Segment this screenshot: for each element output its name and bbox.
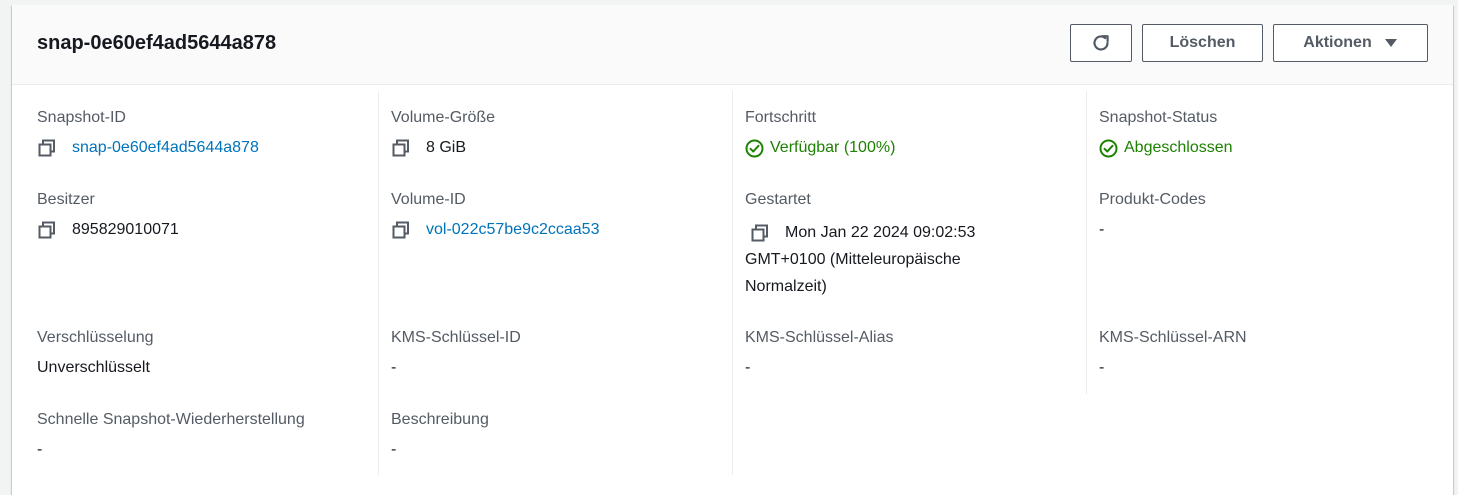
snapshot-details-panel: snap-0e60ef4ad5644a878 Löschen Aktionen …	[12, 5, 1453, 495]
volume-size-value: 8 GiB	[426, 139, 467, 156]
field-value: snap-0e60ef4ad5644a878	[37, 137, 367, 159]
refresh-icon	[1093, 35, 1109, 51]
copy-icon[interactable]	[37, 220, 57, 240]
field-value: -	[1099, 357, 1429, 379]
field-label: Verschlüsselung	[37, 329, 154, 346]
column-divider	[732, 91, 733, 475]
field-label: Snapshot-ID	[37, 109, 126, 126]
volume-id-link[interactable]: vol-022c57be9c2ccaa53	[426, 219, 599, 241]
field-label: Produkt-Codes	[1099, 191, 1206, 208]
started-value-line-3: Normalzeit)	[745, 278, 827, 295]
field-value: Abgeschlossen	[1099, 137, 1429, 159]
started-value-line-2: GMT+0100 (Mitteleuropäische	[745, 251, 961, 268]
field-label: Beschreibung	[391, 411, 489, 428]
caret-down-icon	[1384, 36, 1398, 51]
actions-dropdown-button[interactable]: Aktionen	[1273, 24, 1428, 62]
field-value: -	[1099, 219, 1429, 241]
field-label: Volume-ID	[391, 191, 466, 208]
field-value: Verfügbar (100%)	[745, 137, 1075, 159]
kms-key-arn-value: -	[1099, 359, 1105, 376]
actions-button-label: Aktionen	[1303, 34, 1372, 51]
field-snapshot-status: Snapshot-Status Abgeschlossen	[1099, 107, 1429, 159]
page-title: snap-0e60ef4ad5644a878	[37, 32, 277, 54]
copy-icon[interactable]	[391, 138, 411, 158]
success-check-icon	[745, 139, 764, 157]
delete-button-label: Löschen	[1169, 34, 1236, 51]
field-progress: Fortschritt Verfügbar (100%)	[745, 107, 1075, 159]
field-label: Besitzer	[37, 191, 95, 208]
panel-header: snap-0e60ef4ad5644a878 Löschen Aktionen	[12, 5, 1453, 85]
field-started: Gestartet Mon Jan 22 2024 09:02:53 GMT+0…	[745, 189, 1075, 300]
product-codes-value: -	[1099, 221, 1105, 238]
delete-button[interactable]: Löschen	[1142, 24, 1263, 62]
field-value: Unverschlüsselt	[37, 357, 367, 379]
column-divider	[378, 91, 379, 475]
copy-icon[interactable]	[391, 220, 411, 240]
field-description: Beschreibung -	[391, 409, 721, 461]
field-value: -	[391, 439, 721, 461]
field-kms-key-id: KMS-Schlüssel-ID -	[391, 327, 721, 379]
field-owner: Besitzer 895829010071	[37, 189, 367, 241]
fast-restore-value: -	[37, 441, 43, 458]
field-kms-key-arn: KMS-Schlüssel-ARN -	[1099, 327, 1429, 379]
field-label: KMS-Schlüssel-ID	[391, 329, 521, 346]
encryption-value: Unverschlüsselt	[37, 359, 150, 376]
field-value: vol-022c57be9c2ccaa53	[391, 219, 721, 241]
field-value: 895829010071	[37, 219, 367, 241]
copy-icon[interactable]	[37, 138, 57, 158]
copy-icon[interactable]	[750, 223, 770, 243]
progress-value: Verfügbar (100%)	[770, 139, 896, 156]
field-value: -	[37, 439, 367, 461]
field-label: KMS-Schlüssel-ARN	[1099, 329, 1247, 346]
field-volume-id: Volume-ID vol-022c57be9c2ccaa53	[391, 189, 721, 241]
field-product-codes: Produkt-Codes -	[1099, 189, 1429, 241]
field-value: -	[391, 357, 721, 379]
description-value: -	[391, 441, 397, 458]
field-label: Snapshot-Status	[1099, 109, 1218, 126]
details-grid: Snapshot-ID snap-0e60ef4ad5644a878 Volum…	[12, 85, 1453, 495]
field-fast-snapshot-restore: Schnelle Snapshot-Wiederherstellung -	[37, 409, 367, 461]
field-volume-size: Volume-Größe 8 GiB	[391, 107, 721, 159]
field-label: Volume-Größe	[391, 109, 496, 126]
column-divider	[1086, 91, 1087, 394]
field-label: Gestartet	[745, 191, 811, 208]
field-label: Fortschritt	[745, 109, 817, 126]
snapshot-status-value: Abgeschlossen	[1124, 139, 1233, 156]
snapshot-status: Abgeschlossen	[1099, 137, 1233, 159]
field-value: Mon Jan 22 2024 09:02:53 GMT+0100 (Mitte…	[745, 219, 1075, 300]
field-value: -	[745, 357, 1075, 379]
field-label: Schnelle Snapshot-Wiederherstellung	[37, 411, 305, 428]
snapshot-id-link[interactable]: snap-0e60ef4ad5644a878	[72, 137, 259, 159]
success-check-icon	[1099, 139, 1118, 157]
kms-key-alias-value: -	[745, 359, 751, 376]
field-encryption: Verschlüsselung Unverschlüsselt	[37, 327, 367, 379]
started-line-1: Mon Jan 22 2024 09:02:53	[745, 219, 1075, 246]
owner-value: 895829010071	[72, 221, 179, 238]
field-kms-key-alias: KMS-Schlüssel-Alias -	[745, 327, 1075, 379]
field-label: KMS-Schlüssel-Alias	[745, 329, 894, 346]
field-snapshot-id: Snapshot-ID snap-0e60ef4ad5644a878	[37, 107, 367, 159]
started-value-line-1: Mon Jan 22 2024 09:02:53	[785, 224, 976, 241]
progress-status: Verfügbar (100%)	[745, 137, 895, 159]
kms-key-id-value: -	[391, 359, 397, 376]
field-value: 8 GiB	[391, 137, 721, 159]
refresh-button[interactable]	[1070, 24, 1132, 62]
